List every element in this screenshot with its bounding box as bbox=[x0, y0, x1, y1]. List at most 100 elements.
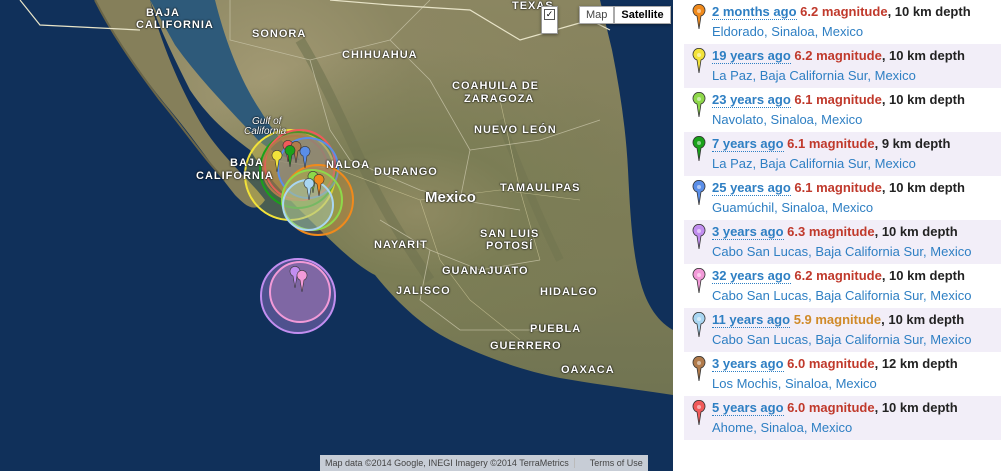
location: Cabo San Lucas, Baja California Sur, Mex… bbox=[712, 332, 972, 347]
earthquake-summary: 11 years ago 5.9 magnitude, 10 km depth bbox=[712, 310, 1001, 330]
map-pin-icon bbox=[692, 136, 706, 162]
map-view[interactable]: BAJA CALIFORNIA SONORA CHIHUAHUA TEXAS C… bbox=[0, 0, 673, 471]
list-item[interactable]: 3 years ago 6.3 magnitude, 10 km depth Ca… bbox=[684, 220, 1001, 264]
region-link[interactable]: Sinaloa bbox=[771, 24, 814, 39]
region-link[interactable]: Sinaloa bbox=[760, 420, 803, 435]
country-link[interactable]: Mexico bbox=[930, 288, 971, 303]
time-ago-link[interactable]: 2 months ago bbox=[712, 4, 797, 20]
depth: , 10 km depth bbox=[874, 400, 958, 415]
region-link[interactable]: Baja California Sur bbox=[815, 244, 923, 259]
region-link[interactable]: Sinaloa bbox=[785, 376, 828, 391]
list-item[interactable]: 19 years ago 6.2 magnitude, 10 km depth L… bbox=[684, 44, 1001, 88]
map-pin-icon bbox=[692, 400, 706, 426]
label-durango: DURANGO bbox=[374, 166, 438, 178]
list-item[interactable]: 25 years ago 6.1 magnitude, 10 km depth G… bbox=[684, 176, 1001, 220]
magnitude: 6.1 magnitude bbox=[794, 92, 882, 107]
depth: , 10 km depth bbox=[881, 180, 965, 195]
list-item[interactable]: 23 years ago 6.1 magnitude, 10 km depth N… bbox=[684, 88, 1001, 132]
country-link[interactable]: Mexico bbox=[836, 376, 877, 391]
label-nayarit: NAYARIT bbox=[374, 239, 428, 251]
region-link[interactable]: Baja California Sur bbox=[760, 68, 868, 83]
list-item[interactable]: 2 months ago 6.2 magnitude, 10 km depth E… bbox=[684, 0, 1001, 44]
label-baja-sur: BAJA bbox=[230, 157, 264, 169]
location: La Paz, Baja California Sur, Mexico bbox=[712, 156, 916, 171]
label-san-luis: SAN LUIS bbox=[480, 228, 540, 240]
list-item[interactable]: 32 years ago 6.2 magnitude, 10 km depth C… bbox=[684, 264, 1001, 308]
earthquake-summary: 7 years ago 6.1 magnitude, 9 km depth bbox=[712, 134, 1001, 154]
map-type-control: Map Satellite bbox=[579, 6, 671, 24]
place-link[interactable]: Cabo San Lucas bbox=[712, 332, 808, 347]
depth: , 10 km depth bbox=[881, 92, 965, 107]
attribution-text: Map data ©2014 Google, INEGI Imagery ©20… bbox=[325, 458, 569, 468]
time-ago-link[interactable]: 19 years ago bbox=[712, 48, 791, 64]
list-item[interactable]: 5 years ago 6.0 magnitude, 10 km depth Ah… bbox=[684, 396, 1001, 440]
map-type-satellite-button[interactable]: Satellite bbox=[614, 6, 671, 24]
time-ago-link[interactable]: 3 years ago bbox=[712, 356, 784, 372]
time-ago-link[interactable]: 25 years ago bbox=[712, 180, 791, 196]
region-link[interactable]: Baja California Sur bbox=[760, 156, 868, 171]
place-link[interactable]: Guamúchil bbox=[712, 200, 774, 215]
label-mexico: Mexico bbox=[425, 189, 476, 206]
country-link[interactable]: Mexico bbox=[811, 420, 852, 435]
map-pin-icon bbox=[692, 4, 706, 30]
map-pin-icon bbox=[692, 268, 706, 294]
location: Guamúchil, Sinaloa, Mexico bbox=[712, 200, 874, 215]
map-pin-icon bbox=[692, 92, 706, 118]
label-sonora: SONORA bbox=[252, 28, 307, 40]
place-link[interactable]: Eldorado bbox=[712, 24, 764, 39]
earthquake-summary: 5 years ago 6.0 magnitude, 10 km depth bbox=[712, 398, 1001, 418]
magnitude: 6.1 magnitude bbox=[794, 180, 882, 195]
label-sinaloa: NALOA bbox=[326, 159, 371, 171]
time-ago-link[interactable]: 3 years ago bbox=[712, 224, 784, 240]
magnitude: 6.3 magnitude bbox=[787, 224, 875, 239]
earthquake-summary: 19 years ago 6.2 magnitude, 10 km depth bbox=[712, 46, 1001, 66]
place-link[interactable]: La Paz bbox=[712, 68, 752, 83]
label-coahuila: COAHUILA DE bbox=[452, 80, 539, 92]
country-link[interactable]: Mexico bbox=[930, 244, 971, 259]
time-ago-link[interactable]: 5 years ago bbox=[712, 400, 784, 416]
label-guerrero: GUERRERO bbox=[490, 340, 562, 352]
location: Ahome, Sinaloa, Mexico bbox=[712, 420, 853, 435]
country-link[interactable]: Mexico bbox=[822, 24, 863, 39]
depth: , 10 km depth bbox=[887, 4, 971, 19]
country-link[interactable]: Mexico bbox=[832, 200, 873, 215]
overlay-checkbox[interactable]: ✓ bbox=[541, 6, 558, 34]
place-link[interactable]: Cabo San Lucas bbox=[712, 288, 808, 303]
label-gulf-california: California bbox=[244, 126, 287, 137]
map-pin-icon bbox=[692, 312, 706, 338]
place-link[interactable]: Ahome bbox=[712, 420, 753, 435]
terms-of-use-link[interactable]: Terms of Use bbox=[585, 458, 648, 468]
earthquake-summary: 32 years ago 6.2 magnitude, 10 km depth bbox=[712, 266, 1001, 286]
place-link[interactable]: Navolato bbox=[712, 112, 763, 127]
country-link[interactable]: Mexico bbox=[875, 156, 916, 171]
magnitude: 6.2 magnitude bbox=[794, 268, 882, 283]
region-link[interactable]: Baja California Sur bbox=[815, 288, 923, 303]
map-type-map-button[interactable]: Map bbox=[579, 6, 615, 24]
place-link[interactable]: Cabo San Lucas bbox=[712, 244, 808, 259]
label-potosi: POTOSÍ bbox=[486, 240, 534, 252]
depth: , 10 km depth bbox=[874, 224, 958, 239]
country-link[interactable]: Mexico bbox=[821, 112, 862, 127]
time-ago-link[interactable]: 23 years ago bbox=[712, 92, 791, 108]
region-link[interactable]: Sinaloa bbox=[781, 200, 824, 215]
time-ago-link[interactable]: 7 years ago bbox=[712, 136, 784, 152]
time-ago-link[interactable]: 11 years ago bbox=[712, 312, 791, 328]
region-link[interactable]: Sinaloa bbox=[771, 112, 814, 127]
location: Cabo San Lucas, Baja California Sur, Mex… bbox=[712, 244, 972, 259]
place-link[interactable]: La Paz bbox=[712, 156, 752, 171]
region-link[interactable]: Baja California Sur bbox=[815, 332, 923, 347]
label-puebla: PUEBLA bbox=[530, 323, 582, 335]
earthquake-list: 2 months ago 6.2 magnitude , 10 km depth E… bbox=[684, 0, 1001, 440]
map-pin-icon bbox=[692, 356, 706, 382]
place-link[interactable]: Los Mochis bbox=[712, 376, 778, 391]
country-link[interactable]: Mexico bbox=[930, 332, 971, 347]
list-item[interactable]: 3 years ago 6.0 magnitude, 12 km depth Lo… bbox=[684, 352, 1001, 396]
map-pin-icon bbox=[692, 180, 706, 206]
earthquake-summary: 23 years ago 6.1 magnitude, 10 km depth bbox=[712, 90, 1001, 110]
check-icon: ✓ bbox=[544, 9, 555, 20]
label-guanajuato: GUANAJUATO bbox=[442, 265, 529, 277]
list-item[interactable]: 11 years ago 5.9 magnitude, 10 km depth C… bbox=[684, 308, 1001, 352]
list-item[interactable]: 7 years ago 6.1 magnitude, 9 km depth La … bbox=[684, 132, 1001, 176]
country-link[interactable]: Mexico bbox=[875, 68, 916, 83]
time-ago-link[interactable]: 32 years ago bbox=[712, 268, 791, 284]
